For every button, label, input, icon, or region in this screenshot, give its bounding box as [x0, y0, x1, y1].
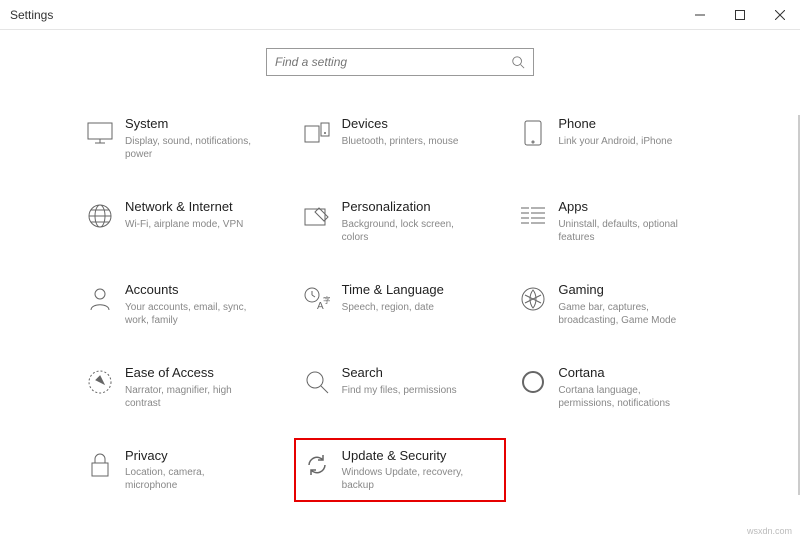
tile-desc: Speech, region, date: [342, 301, 444, 314]
tile-text: Personalization Background, lock screen,…: [332, 199, 472, 244]
search-container: [0, 30, 800, 96]
tile-desc: Bluetooth, printers, mouse: [342, 135, 459, 148]
gaming-icon: [518, 284, 548, 314]
window-title: Settings: [10, 8, 53, 22]
minimize-button[interactable]: [680, 0, 720, 30]
phone-icon: [518, 118, 548, 148]
maximize-icon: [735, 10, 745, 20]
tile-title: Phone: [558, 116, 672, 133]
tile-desc: Windows Update, recovery, backup: [342, 466, 472, 492]
tile-desc: Find my files, permissions: [342, 384, 457, 397]
tile-update-security[interactable]: Update & Security Windows Update, recove…: [294, 438, 507, 503]
tile-text: Accounts Your accounts, email, sync, wor…: [115, 282, 255, 327]
tile-title: Search: [342, 365, 457, 382]
search-input[interactable]: [275, 55, 511, 69]
update-icon: [302, 450, 332, 480]
tile-desc: Location, camera, microphone: [125, 466, 255, 492]
accounts-icon: [85, 284, 115, 314]
tile-desc: Background, lock screen, colors: [342, 218, 472, 244]
tile-text: Network & Internet Wi-Fi, airplane mode,…: [115, 199, 243, 231]
tile-text: Ease of Access Narrator, magnifier, high…: [115, 365, 255, 410]
tile-text: Time & Language Speech, region, date: [332, 282, 444, 314]
settings-grid: System Display, sound, notifications, po…: [0, 96, 800, 492]
tile-desc: Your accounts, email, sync, work, family: [125, 301, 255, 327]
personalization-icon: [302, 201, 332, 231]
tile-title: Gaming: [558, 282, 688, 299]
tile-title: Apps: [558, 199, 688, 216]
tile-desc: Game bar, captures, broadcasting, Game M…: [558, 301, 688, 327]
svg-text:字: 字: [323, 295, 330, 305]
tile-desc: Link your Android, iPhone: [558, 135, 672, 148]
tile-devices[interactable]: Devices Bluetooth, printers, mouse: [302, 116, 499, 161]
tile-privacy[interactable]: Privacy Location, camera, microphone: [85, 448, 282, 493]
tile-gaming[interactable]: Gaming Game bar, captures, broadcasting,…: [518, 282, 715, 327]
tile-title: Time & Language: [342, 282, 444, 299]
tile-title: Privacy: [125, 448, 255, 465]
minimize-icon: [695, 10, 705, 20]
tile-desc: Narrator, magnifier, high contrast: [125, 384, 255, 410]
tile-accounts[interactable]: Accounts Your accounts, email, sync, wor…: [85, 282, 282, 327]
search-category-icon: [302, 367, 332, 397]
system-icon: [85, 118, 115, 148]
tile-phone[interactable]: Phone Link your Android, iPhone: [518, 116, 715, 161]
tile-ease-of-access[interactable]: Ease of Access Narrator, magnifier, high…: [85, 365, 282, 410]
tile-desc: Wi-Fi, airplane mode, VPN: [125, 218, 243, 231]
watermark: wsxdn.com: [747, 526, 792, 536]
tile-personalization[interactable]: Personalization Background, lock screen,…: [302, 199, 499, 244]
tile-cortana[interactable]: Cortana Cortana language, permissions, n…: [518, 365, 715, 410]
tile-text: Cortana Cortana language, permissions, n…: [548, 365, 688, 410]
tile-text: Gaming Game bar, captures, broadcasting,…: [548, 282, 688, 327]
search-box[interactable]: [266, 48, 534, 76]
ease-of-access-icon: [85, 367, 115, 397]
devices-icon: [302, 118, 332, 148]
tile-title: Network & Internet: [125, 199, 243, 216]
globe-icon: [85, 201, 115, 231]
tile-search[interactable]: Search Find my files, permissions: [302, 365, 499, 410]
tile-time-language[interactable]: A字 Time & Language Speech, region, date: [302, 282, 499, 327]
tile-title: Accounts: [125, 282, 255, 299]
tile-title: Update & Security: [342, 448, 472, 465]
titlebar: Settings: [0, 0, 800, 30]
tile-title: Cortana: [558, 365, 688, 382]
apps-icon: [518, 201, 548, 231]
tile-text: Search Find my files, permissions: [332, 365, 457, 397]
tile-title: System: [125, 116, 255, 133]
tile-text: Apps Uninstall, defaults, optional featu…: [548, 199, 688, 244]
tile-desc: Display, sound, notifications, power: [125, 135, 255, 161]
maximize-button[interactable]: [720, 0, 760, 30]
close-icon: [775, 10, 785, 20]
time-language-icon: A字: [302, 284, 332, 314]
tile-text: Devices Bluetooth, printers, mouse: [332, 116, 459, 148]
tile-text: Update & Security Windows Update, recove…: [332, 448, 472, 493]
lock-icon: [85, 450, 115, 480]
tile-system[interactable]: System Display, sound, notifications, po…: [85, 116, 282, 161]
tile-network[interactable]: Network & Internet Wi-Fi, airplane mode,…: [85, 199, 282, 244]
cortana-icon: [518, 367, 548, 397]
close-button[interactable]: [760, 0, 800, 30]
window-controls: [680, 0, 800, 30]
tile-title: Personalization: [342, 199, 472, 216]
search-icon: [511, 55, 525, 69]
tile-desc: Uninstall, defaults, optional features: [558, 218, 688, 244]
tile-title: Ease of Access: [125, 365, 255, 382]
tile-desc: Cortana language, permissions, notificat…: [558, 384, 688, 410]
tile-text: System Display, sound, notifications, po…: [115, 116, 255, 161]
tile-text: Privacy Location, camera, microphone: [115, 448, 255, 493]
tile-text: Phone Link your Android, iPhone: [548, 116, 672, 148]
tile-title: Devices: [342, 116, 459, 133]
tile-apps[interactable]: Apps Uninstall, defaults, optional featu…: [518, 199, 715, 244]
